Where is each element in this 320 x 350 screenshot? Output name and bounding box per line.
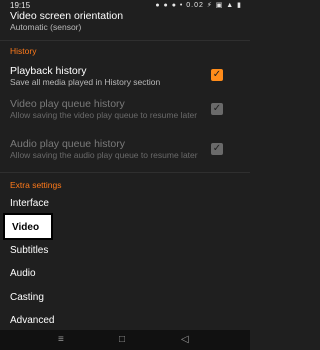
extra-item-audio[interactable]: Audio — [10, 268, 36, 279]
pref-summary: Save all media played in History section — [10, 77, 161, 87]
video-play-queue-history-pref[interactable]: Video play queue history Allow saving th… — [10, 98, 210, 120]
section-header-history: History — [10, 46, 37, 56]
extra-item-label: Video — [12, 222, 40, 233]
system-nav-bar: ≡ □ ◁ — [0, 330, 250, 350]
extra-item-video[interactable]: Video — [3, 213, 53, 240]
status-icons: ● ● ● • 0.02 ⚡ ▣ ▲ ▮ — [155, 2, 242, 9]
pref-summary: Allow saving the audio play queue to res… — [10, 150, 198, 160]
extra-item-advanced[interactable]: Advanced — [10, 315, 54, 326]
pref-title: Playback history — [10, 65, 87, 77]
pref-title: Video play queue history — [10, 98, 125, 110]
audio-play-queue-history-checkbox[interactable]: ✓ — [211, 143, 223, 155]
home-icon[interactable]: □ — [119, 334, 125, 345]
extra-item-casting[interactable]: Casting — [10, 292, 44, 303]
video-screen-orientation-pref[interactable]: Video screen orientation Automatic (sens… — [10, 10, 240, 32]
section-header-extra-settings: Extra settings — [10, 180, 62, 190]
divider — [0, 40, 250, 41]
menu-icon[interactable]: ≡ — [58, 334, 64, 345]
pref-summary: Allow saving the video play queue to res… — [10, 110, 198, 120]
extra-item-interface[interactable]: Interface — [10, 198, 49, 209]
back-icon[interactable]: ◁ — [181, 334, 189, 345]
settings-screen: 19:15 ● ● ● • 0.02 ⚡ ▣ ▲ ▮ Video screen … — [0, 0, 250, 330]
pref-summary: Automatic (sensor) — [10, 22, 82, 32]
playback-history-checkbox[interactable]: ✓ — [211, 69, 223, 81]
pref-title: Audio play queue history — [10, 138, 125, 150]
pref-title: Video screen orientation — [10, 10, 124, 22]
extra-item-subtitles[interactable]: Subtitles — [10, 245, 48, 256]
divider — [0, 172, 250, 173]
video-play-queue-history-checkbox[interactable]: ✓ — [211, 103, 223, 115]
playback-history-pref[interactable]: Playback history Save all media played i… — [10, 65, 210, 87]
audio-play-queue-history-pref[interactable]: Audio play queue history Allow saving th… — [10, 138, 210, 160]
status-time: 19:15 — [10, 1, 31, 10]
